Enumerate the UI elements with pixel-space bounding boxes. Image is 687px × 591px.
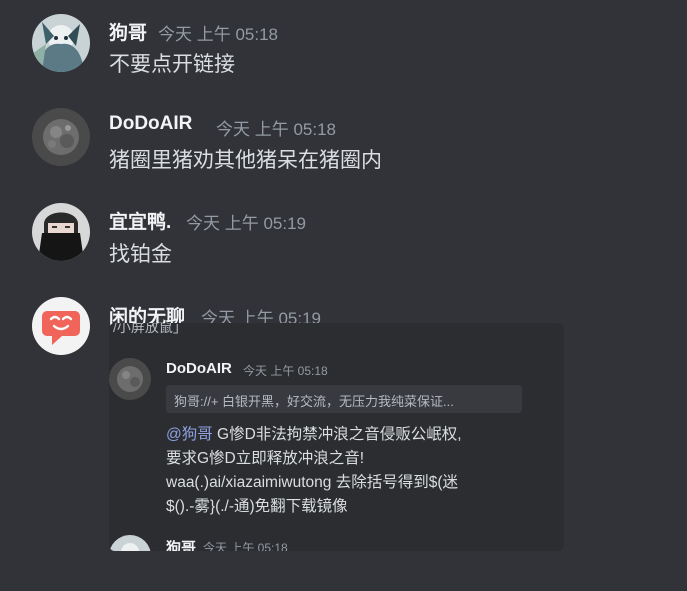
message-author[interactable]: 宜宜鸭. bbox=[109, 207, 171, 234]
embedded-line: $().-雾}(./-通)免翻下载镜像 bbox=[166, 498, 348, 515]
embedded-timestamp: 今天 上午 05:18 bbox=[243, 364, 328, 378]
embedded-avatar bbox=[109, 535, 151, 551]
user-avatar[interactable] bbox=[32, 14, 90, 72]
cropped-text: /小屏放鼠」 bbox=[113, 323, 187, 335]
user-mention: @狗哥 bbox=[166, 426, 213, 443]
line-text: G惨D非法拘禁冲浪之音侵贩公岷权, bbox=[212, 426, 462, 443]
grey-texture-avatar-icon bbox=[32, 108, 90, 166]
embedded-reply-preview: 狗哥://+ 白银开黑，好交流，无压力我纯菜保证... bbox=[166, 385, 522, 413]
chat-message-list: 狗哥 今天 上午 05:18 不要点开链接 DoDoAIR 今天 上午 05:1… bbox=[0, 0, 687, 591]
message-author[interactable]: 狗哥 bbox=[109, 18, 147, 45]
user-avatar[interactable] bbox=[32, 297, 90, 355]
embedded-timestamp: 今天 上午 05:18 bbox=[203, 541, 288, 551]
message-text: 找铂金 bbox=[109, 243, 172, 266]
message-timestamp: 今天 上午 05:18 bbox=[158, 25, 278, 44]
anime-avatar-icon bbox=[109, 535, 151, 551]
anime-avatar-icon bbox=[32, 14, 90, 72]
attached-screenshot[interactable]: /小屏放鼠」 DoDoAIR 今天 上午 05:18 狗哥://+ 白银开黑，好… bbox=[109, 323, 564, 551]
message-timestamp: 今天 上午 05:18 bbox=[216, 120, 336, 139]
reply-preview-text: 狗哥://+ 白银开黑，好交流，无压力我纯菜保证... bbox=[174, 394, 454, 409]
embedded-line: 要求G惨D立即释放冲浪之音! bbox=[166, 450, 365, 467]
embedded-avatar bbox=[109, 358, 151, 400]
message-author[interactable]: DoDoAIR bbox=[109, 113, 192, 135]
message-text: 猪圈里猪劝其他猪呆在猪圈内 bbox=[109, 149, 382, 172]
masked-person-avatar-icon bbox=[32, 203, 90, 261]
embedded-author: DoDoAIR bbox=[166, 360, 232, 377]
embedded-author: 狗哥 bbox=[166, 540, 197, 551]
user-avatar[interactable] bbox=[32, 203, 90, 261]
grey-texture-avatar-icon bbox=[109, 358, 151, 400]
embedded-line: waa(.)ai/xiazaimiwutong 去除括号得到$(迷 bbox=[166, 474, 458, 491]
embedded-line: @狗哥 G惨D非法拘禁冲浪之音侵贩公岷权, bbox=[166, 422, 462, 444]
red-chat-bubble-avatar-icon bbox=[32, 297, 90, 355]
user-avatar[interactable] bbox=[32, 108, 90, 166]
message-timestamp: 今天 上午 05:19 bbox=[186, 214, 306, 233]
message-text: 不要点开链接 bbox=[109, 53, 235, 76]
